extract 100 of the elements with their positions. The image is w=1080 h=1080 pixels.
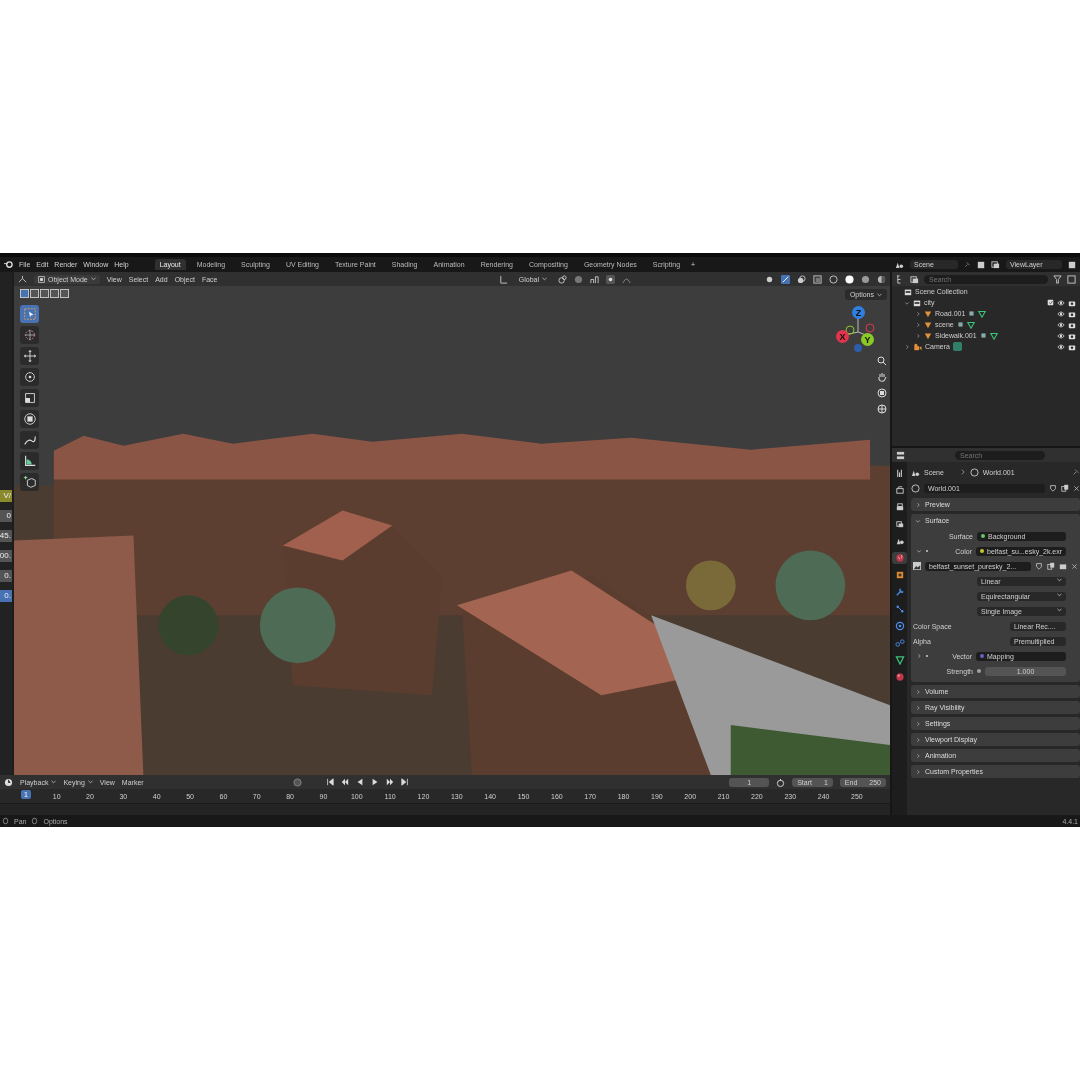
tool-icon — [894, 468, 905, 478]
play-reverse-icon[interactable] — [355, 778, 364, 786]
orientation-icon[interactable] — [498, 274, 508, 284]
annotate-tool[interactable] — [20, 431, 39, 449]
render-icon — [894, 485, 905, 495]
view-layer-icon[interactable] — [910, 274, 919, 284]
world-icon[interactable] — [911, 483, 920, 493]
cut-off-field[interactable]: .0 — [0, 570, 12, 582]
pivot-icon[interactable] — [558, 274, 567, 284]
previous-keyframe-icon[interactable] — [340, 778, 349, 786]
eye-icon[interactable] — [1057, 309, 1065, 318]
clock-icon[interactable] — [4, 777, 13, 787]
cut-off-field[interactable]: .0 — [0, 590, 12, 602]
shield-icon[interactable] — [1049, 484, 1058, 492]
solid-shading-icon[interactable] — [845, 274, 854, 284]
cursor-tool[interactable] — [20, 326, 39, 344]
eye-icon[interactable] — [1057, 342, 1065, 351]
rendered-shading-icon[interactable] — [877, 274, 886, 284]
material-shading-icon[interactable] — [861, 274, 870, 284]
caret-icon — [90, 277, 96, 281]
close-icon[interactable] — [1073, 484, 1080, 492]
close-icon[interactable] — [1071, 562, 1079, 570]
caret-icon — [1057, 607, 1063, 612]
transform-tool[interactable] — [20, 410, 39, 428]
pin-icon[interactable] — [1072, 468, 1080, 476]
new-collection-icon[interactable] — [1067, 274, 1076, 284]
select-icon — [22, 307, 37, 321]
blender-logo-icon[interactable] — [4, 260, 13, 269]
data-properties-tab[interactable] — [892, 654, 907, 666]
world-icon — [894, 553, 905, 563]
filter-icon[interactable] — [1053, 274, 1062, 284]
move-tool[interactable] — [20, 347, 39, 365]
cut-off-field[interactable]: .45 — [0, 530, 12, 542]
render-camera-icon[interactable] — [1068, 320, 1076, 329]
keyframe-record-icon[interactable] — [292, 777, 302, 787]
output-icon — [894, 502, 905, 512]
jump-start-icon[interactable] — [325, 778, 334, 786]
cut-off-field[interactable]: 0 — [0, 510, 12, 522]
modifier-icon[interactable] — [979, 332, 987, 339]
overlay-icon[interactable] — [797, 274, 806, 284]
snap-target-icon[interactable] — [590, 274, 599, 284]
constraints-properties-tab[interactable] — [892, 637, 907, 649]
cut-off-field[interactable]: .00 — [0, 550, 12, 562]
proportional-edit-icon[interactable] — [606, 274, 615, 284]
eye-icon[interactable] — [1057, 320, 1065, 329]
material-icon — [894, 672, 905, 682]
collection-icon[interactable] — [904, 287, 912, 296]
cursor-icon — [22, 328, 37, 342]
eye-icon[interactable] — [1057, 331, 1065, 340]
view-layer-icon[interactable] — [991, 260, 1000, 269]
xray-icon[interactable] — [813, 274, 822, 284]
hand-icon[interactable] — [877, 372, 887, 382]
scale-tool[interactable] — [20, 389, 39, 407]
caret-icon — [51, 780, 57, 784]
duplicate-icon[interactable] — [1061, 484, 1070, 492]
camera-data-icon[interactable] — [952, 342, 962, 351]
render-camera-icon[interactable] — [1068, 309, 1076, 318]
scene-icon[interactable] — [895, 260, 904, 269]
mouse-icon[interactable] — [31, 817, 39, 825]
measure-tool[interactable] — [20, 452, 39, 470]
camera-icon[interactable] — [913, 342, 922, 351]
data-icon — [894, 655, 905, 665]
next-keyframe-icon[interactable] — [385, 778, 394, 786]
checkbox-icon[interactable] — [1047, 299, 1054, 306]
add-cube-icon — [22, 475, 37, 489]
caret-icon — [1057, 592, 1063, 597]
add-cube-tool[interactable] — [20, 473, 39, 491]
modifier-icon — [894, 587, 905, 597]
image-icon[interactable] — [913, 562, 921, 570]
render-camera-icon[interactable] — [1068, 342, 1076, 351]
jump-end-icon[interactable] — [400, 778, 409, 786]
mouse-icon[interactable] — [2, 817, 9, 825]
view-layer-icon — [894, 519, 905, 529]
constraints-icon — [894, 638, 905, 648]
world-icon[interactable] — [969, 467, 979, 477]
camera-view-icon[interactable] — [877, 388, 887, 398]
render-camera-icon[interactable] — [1068, 298, 1076, 307]
caret-icon — [877, 292, 882, 297]
stopwatch-icon[interactable] — [776, 777, 786, 787]
render-camera-icon[interactable] — [1068, 331, 1076, 340]
select-tool[interactable] — [20, 305, 39, 323]
eye-icon[interactable] — [1057, 298, 1065, 307]
editor-type-icon[interactable] — [896, 450, 905, 460]
chevron-icon[interactable] — [959, 469, 966, 475]
grid-icon[interactable] — [877, 404, 887, 414]
move-icon — [22, 349, 37, 363]
object-mode-icon[interactable] — [38, 275, 45, 283]
rotate-icon — [22, 370, 37, 384]
collection-icon[interactable] — [913, 298, 921, 307]
duplicate-icon[interactable] — [1047, 562, 1056, 570]
editor-type-icon[interactable] — [18, 274, 27, 284]
object-icon — [894, 570, 905, 580]
mesh-data-icon[interactable] — [989, 331, 998, 340]
world-properties-tab[interactable] — [892, 552, 907, 564]
wireframe-shading-icon[interactable] — [829, 274, 838, 284]
shield-icon[interactable] — [1035, 562, 1044, 570]
play-icon[interactable] — [370, 778, 379, 786]
zoom-icon[interactable] — [877, 356, 887, 366]
gizmo-toggle-icon[interactable] — [781, 274, 790, 284]
rotate-tool[interactable] — [20, 368, 39, 386]
